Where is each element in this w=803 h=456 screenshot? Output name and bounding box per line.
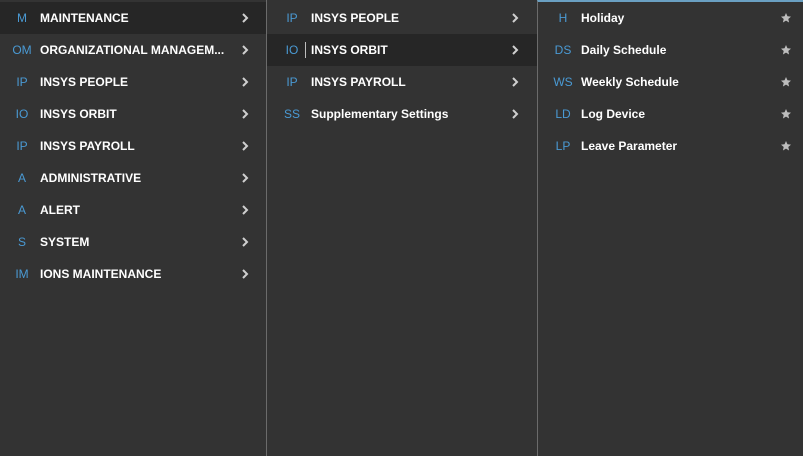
chevron-right-icon [242,13,249,23]
item-label: Supplementary Settings [311,107,449,121]
item-label: INSYS PEOPLE [40,75,129,89]
menu-item-insys-payroll[interactable]: IP INSYS PAYROLL [0,130,266,162]
item-label: SYSTEM [40,235,90,249]
chevron-right-icon [242,141,249,151]
leaf-menu-list: H Holiday DS Daily Schedule WS Weekly Sc… [538,2,803,162]
chevron-right-icon [242,109,249,119]
menu-item-insys-people[interactable]: IP INSYS PEOPLE [0,66,266,98]
item-abbreviation: IP [286,75,298,89]
star-icon[interactable] [780,12,792,24]
item-abbreviation: IP [16,75,28,89]
leaf-item-leave-parameter[interactable]: LP Leave Parameter [538,130,803,162]
item-abbreviation: A [17,171,26,185]
chevron-right-icon [242,205,249,215]
item-abbreviation: IP [286,11,298,25]
main-menu-list: M MAINTENANCE OM ORGANIZATIONAL MANAGEM.… [0,2,266,290]
item-label: INSYS PEOPLE [311,11,400,25]
submenu-item-supplementary-settings[interactable]: SS Supplementary Settings [267,98,537,130]
chevron-right-icon [512,13,519,23]
chevron-right-icon [242,45,249,55]
menu-item-system[interactable]: S SYSTEM [0,226,266,258]
leaf-item-log-device[interactable]: LD Log Device [538,98,803,130]
submenu-item-insys-orbit[interactable]: IO INSYS ORBIT [267,34,537,66]
chevron-right-icon [242,77,249,87]
item-label: Log Device [581,107,646,121]
item-label: INSYS PAYROLL [311,75,406,89]
star-icon[interactable] [780,76,792,88]
leaf-item-daily-schedule[interactable]: DS Daily Schedule [538,34,803,66]
item-abbreviation: IO [285,43,299,57]
chevron-right-icon [512,109,519,119]
submenu-list: IP INSYS PEOPLE IO INSYS ORBIT IP INSYS … [267,2,537,130]
item-label: INSYS PAYROLL [40,139,135,153]
item-label: Daily Schedule [581,43,667,57]
chevron-right-icon [512,77,519,87]
chevron-right-icon [242,237,249,247]
leaf-item-weekly-schedule[interactable]: WS Weekly Schedule [538,66,803,98]
item-abbreviation: S [17,235,26,249]
menu-item-organizational-management[interactable]: OM ORGANIZATIONAL MANAGEM... [0,34,266,66]
submenu-column: IP INSYS PEOPLE IO INSYS ORBIT IP INSYS … [266,0,537,456]
submenu-item-insys-payroll[interactable]: IP INSYS PAYROLL [267,66,537,98]
item-label: INSYS ORBIT [311,43,388,57]
item-abbreviation: OM [12,43,32,57]
item-label: ORGANIZATIONAL MANAGEM... [40,43,225,57]
leaf-item-holiday[interactable]: H Holiday [538,2,803,34]
item-label: Leave Parameter [581,139,678,153]
item-label: INSYS ORBIT [40,107,117,121]
chevron-right-icon [512,45,519,55]
submenu-item-insys-people[interactable]: IP INSYS PEOPLE [267,2,537,34]
item-label: Holiday [581,11,625,25]
item-label: ADMINISTRATIVE [40,171,142,185]
menu-item-alert[interactable]: A ALERT [0,194,266,226]
item-label: MAINTENANCE [40,11,129,25]
menu-item-insys-orbit[interactable]: IO INSYS ORBIT [0,98,266,130]
item-label: IONS MAINTENANCE [40,267,162,281]
star-icon[interactable] [780,44,792,56]
chevron-right-icon [242,173,249,183]
chevron-right-icon [242,269,249,279]
item-abbreviation: IM [15,267,29,281]
active-indicator [305,42,306,58]
menu-item-ions-maintenance[interactable]: IM IONS MAINTENANCE [0,258,266,290]
item-abbreviation: IP [16,139,28,153]
star-icon[interactable] [780,108,792,120]
item-label: ALERT [40,203,80,217]
item-abbreviation: M [17,11,27,25]
main-menu-column: M MAINTENANCE OM ORGANIZATIONAL MANAGEM.… [0,0,266,456]
star-icon[interactable] [780,140,792,152]
item-abbreviation: IO [15,107,29,121]
menu-item-administrative[interactable]: A ADMINISTRATIVE [0,162,266,194]
menu-item-maintenance[interactable]: M MAINTENANCE [0,2,266,34]
item-label: Weekly Schedule [581,75,679,89]
item-abbreviation: A [17,203,26,217]
leaf-menu-column: H Holiday DS Daily Schedule WS Weekly Sc… [537,0,803,456]
item-abbreviation: SS [283,107,300,121]
